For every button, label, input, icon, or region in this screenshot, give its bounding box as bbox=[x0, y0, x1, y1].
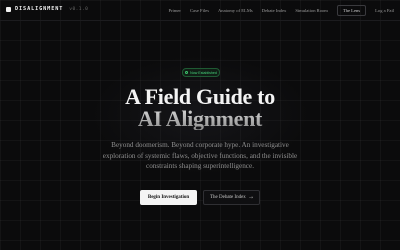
begin-investigation-label: Begin Investigation bbox=[147, 195, 190, 200]
brand-logo[interactable]: DISALIGNMENT v0.1.0 bbox=[6, 6, 88, 12]
nav-link-debate-index[interactable]: Debate Index bbox=[262, 8, 287, 13]
arrow-right-icon: → bbox=[248, 194, 254, 201]
brand-name: DISALIGNMENT bbox=[15, 6, 64, 12]
page-title: A Field Guide to AI Alignment bbox=[0, 86, 400, 130]
brand-square-icon bbox=[6, 6, 11, 12]
status-circle-icon bbox=[185, 71, 189, 74]
log-a-fail-link[interactable]: Log a Fail bbox=[375, 8, 394, 13]
nav-link-simulation-room[interactable]: Simulation Room bbox=[295, 8, 328, 13]
debate-index-button[interactable]: The Debate Index → bbox=[203, 190, 260, 205]
brand-version: v0.1.0 bbox=[69, 6, 89, 12]
title-line-2: AI Alignment bbox=[0, 108, 400, 130]
nav-link-primer[interactable]: Primer bbox=[168, 8, 181, 13]
title-line-1: A Field Guide to bbox=[125, 84, 275, 109]
nav-link-anatomy[interactable]: Anatomy of ELMs bbox=[218, 8, 253, 13]
status-badge-label: Now Established bbox=[190, 70, 217, 75]
nav-link-the-lens[interactable]: The Lens bbox=[336, 4, 367, 16]
main-nav: Primer Case Files Anatomy of ELMs Debate… bbox=[168, 4, 394, 16]
nav-link-case-files[interactable]: Case Files bbox=[190, 8, 209, 13]
top-nav-bar: DISALIGNMENT v0.1.0 Primer Case Files An… bbox=[0, 0, 400, 21]
debate-index-label: The Debate Index bbox=[209, 195, 246, 200]
status-badge: Now Established bbox=[182, 68, 220, 77]
hero-subtitle: Beyond doomerism. Beyond corporate hype.… bbox=[102, 141, 298, 170]
begin-investigation-button[interactable]: Begin Investigation bbox=[140, 190, 197, 205]
